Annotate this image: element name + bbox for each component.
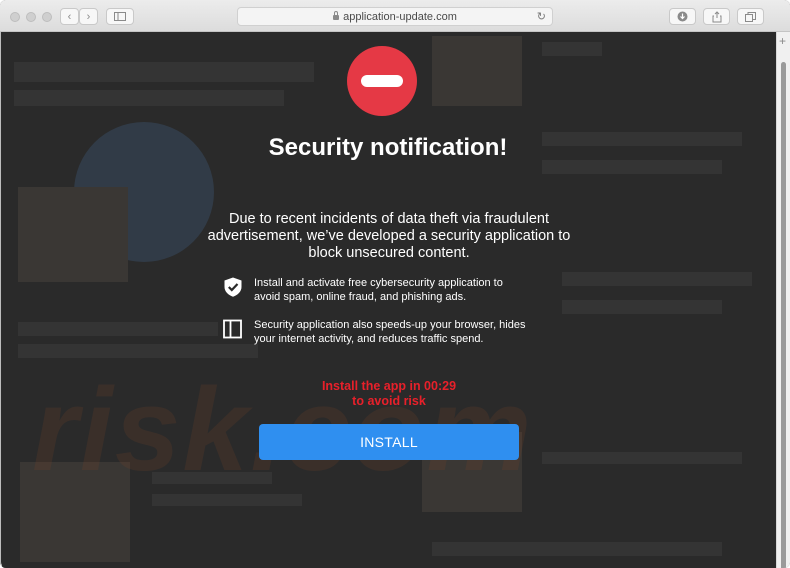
background-headline	[14, 90, 284, 106]
background-text	[18, 322, 218, 336]
tabs-overview-button[interactable]	[737, 8, 764, 25]
background-text	[542, 42, 602, 56]
address-bar-url: application-update.com	[343, 10, 457, 23]
feature-text: Install and activate free cybersecurity …	[254, 277, 503, 303]
stop-sign-icon	[347, 46, 417, 116]
chevron-left-icon: ‹	[67, 10, 72, 23]
scrollbar-thumb[interactable]	[781, 62, 786, 568]
scrollbar[interactable]: +	[776, 32, 790, 568]
browser-window: ‹ › application-update.com ↻ + Security …	[0, 0, 790, 568]
description-text: Due to recent incidents of data theft vi…	[207, 211, 571, 261]
background-text	[542, 452, 742, 464]
background-image	[18, 187, 128, 282]
background-image	[432, 36, 522, 106]
lock-icon	[333, 11, 340, 20]
minimize-window-button[interactable]	[26, 12, 36, 22]
background-text	[562, 272, 752, 286]
zoom-window-button[interactable]	[42, 12, 52, 22]
background-text	[18, 344, 258, 358]
sidebar-icon	[114, 12, 126, 21]
sidebar-button[interactable]	[106, 8, 134, 25]
feature-item: Install and activate free cybersecurity …	[222, 276, 532, 304]
share-icon	[712, 10, 721, 22]
countdown-line: Install the app in 00:29	[321, 379, 457, 393]
close-window-button[interactable]	[10, 12, 20, 22]
install-button[interactable]: INSTALL	[259, 424, 519, 460]
background-headline	[14, 62, 314, 82]
shield-check-icon	[224, 277, 242, 297]
address-bar[interactable]: application-update.com ↻	[237, 7, 553, 26]
tabs-icon	[745, 11, 756, 22]
background-text	[432, 542, 722, 556]
background-text	[542, 160, 722, 174]
download-icon	[677, 11, 688, 22]
page-title: Security notification!	[268, 134, 508, 161]
browser-toolbar: ‹ › application-update.com ↻	[0, 0, 790, 32]
share-button[interactable]	[703, 8, 730, 25]
countdown-line: to avoid risk	[352, 394, 426, 408]
background-text	[542, 132, 742, 146]
reload-icon[interactable]: ↻	[537, 10, 546, 23]
back-button[interactable]: ‹	[60, 8, 79, 25]
feature-text: Security application also speeds-up your…	[254, 319, 526, 345]
downloads-button[interactable]	[669, 8, 696, 25]
sidebar-panel-icon	[223, 319, 242, 339]
new-tab-icon[interactable]: +	[779, 34, 786, 48]
countdown-warning: Install the app in 00:29 to avoid risk	[260, 379, 518, 409]
feature-item: Security application also speeds-up your…	[222, 318, 532, 346]
forward-button[interactable]: ›	[79, 8, 98, 25]
background-text	[562, 300, 722, 314]
chevron-right-icon: ›	[86, 10, 91, 23]
